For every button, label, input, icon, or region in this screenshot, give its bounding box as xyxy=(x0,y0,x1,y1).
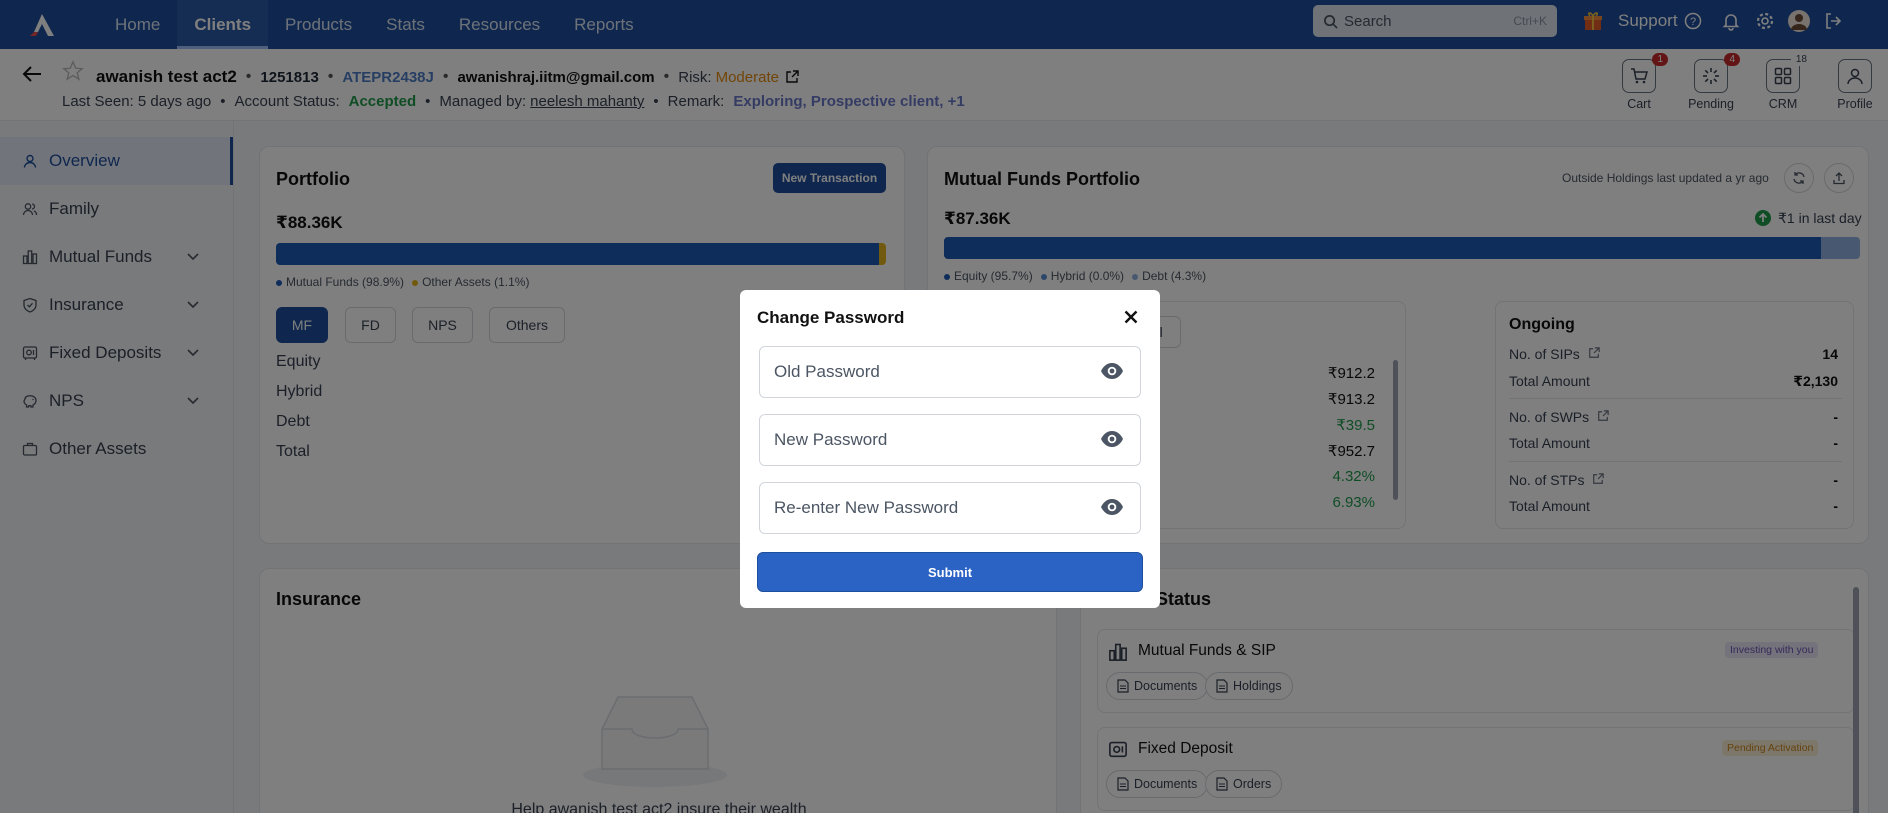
change-password-modal: Change Password Old Password New Passwor… xyxy=(740,290,1160,608)
eye-icon[interactable] xyxy=(1100,361,1124,386)
eye-icon[interactable] xyxy=(1100,429,1124,454)
old-password-field[interactable]: Old Password xyxy=(759,346,1141,398)
reenter-password-placeholder: Re-enter New Password xyxy=(774,498,959,517)
modal-title: Change Password xyxy=(757,308,905,327)
eye-icon[interactable] xyxy=(1100,497,1124,522)
new-password-field[interactable]: New Password xyxy=(759,414,1141,466)
old-password-placeholder: Old Password xyxy=(774,362,880,381)
reenter-password-field[interactable]: Re-enter New Password xyxy=(759,482,1141,534)
submit-button[interactable]: Submit xyxy=(757,552,1143,592)
new-password-placeholder: New Password xyxy=(774,430,888,449)
close-icon[interactable] xyxy=(1120,306,1142,328)
